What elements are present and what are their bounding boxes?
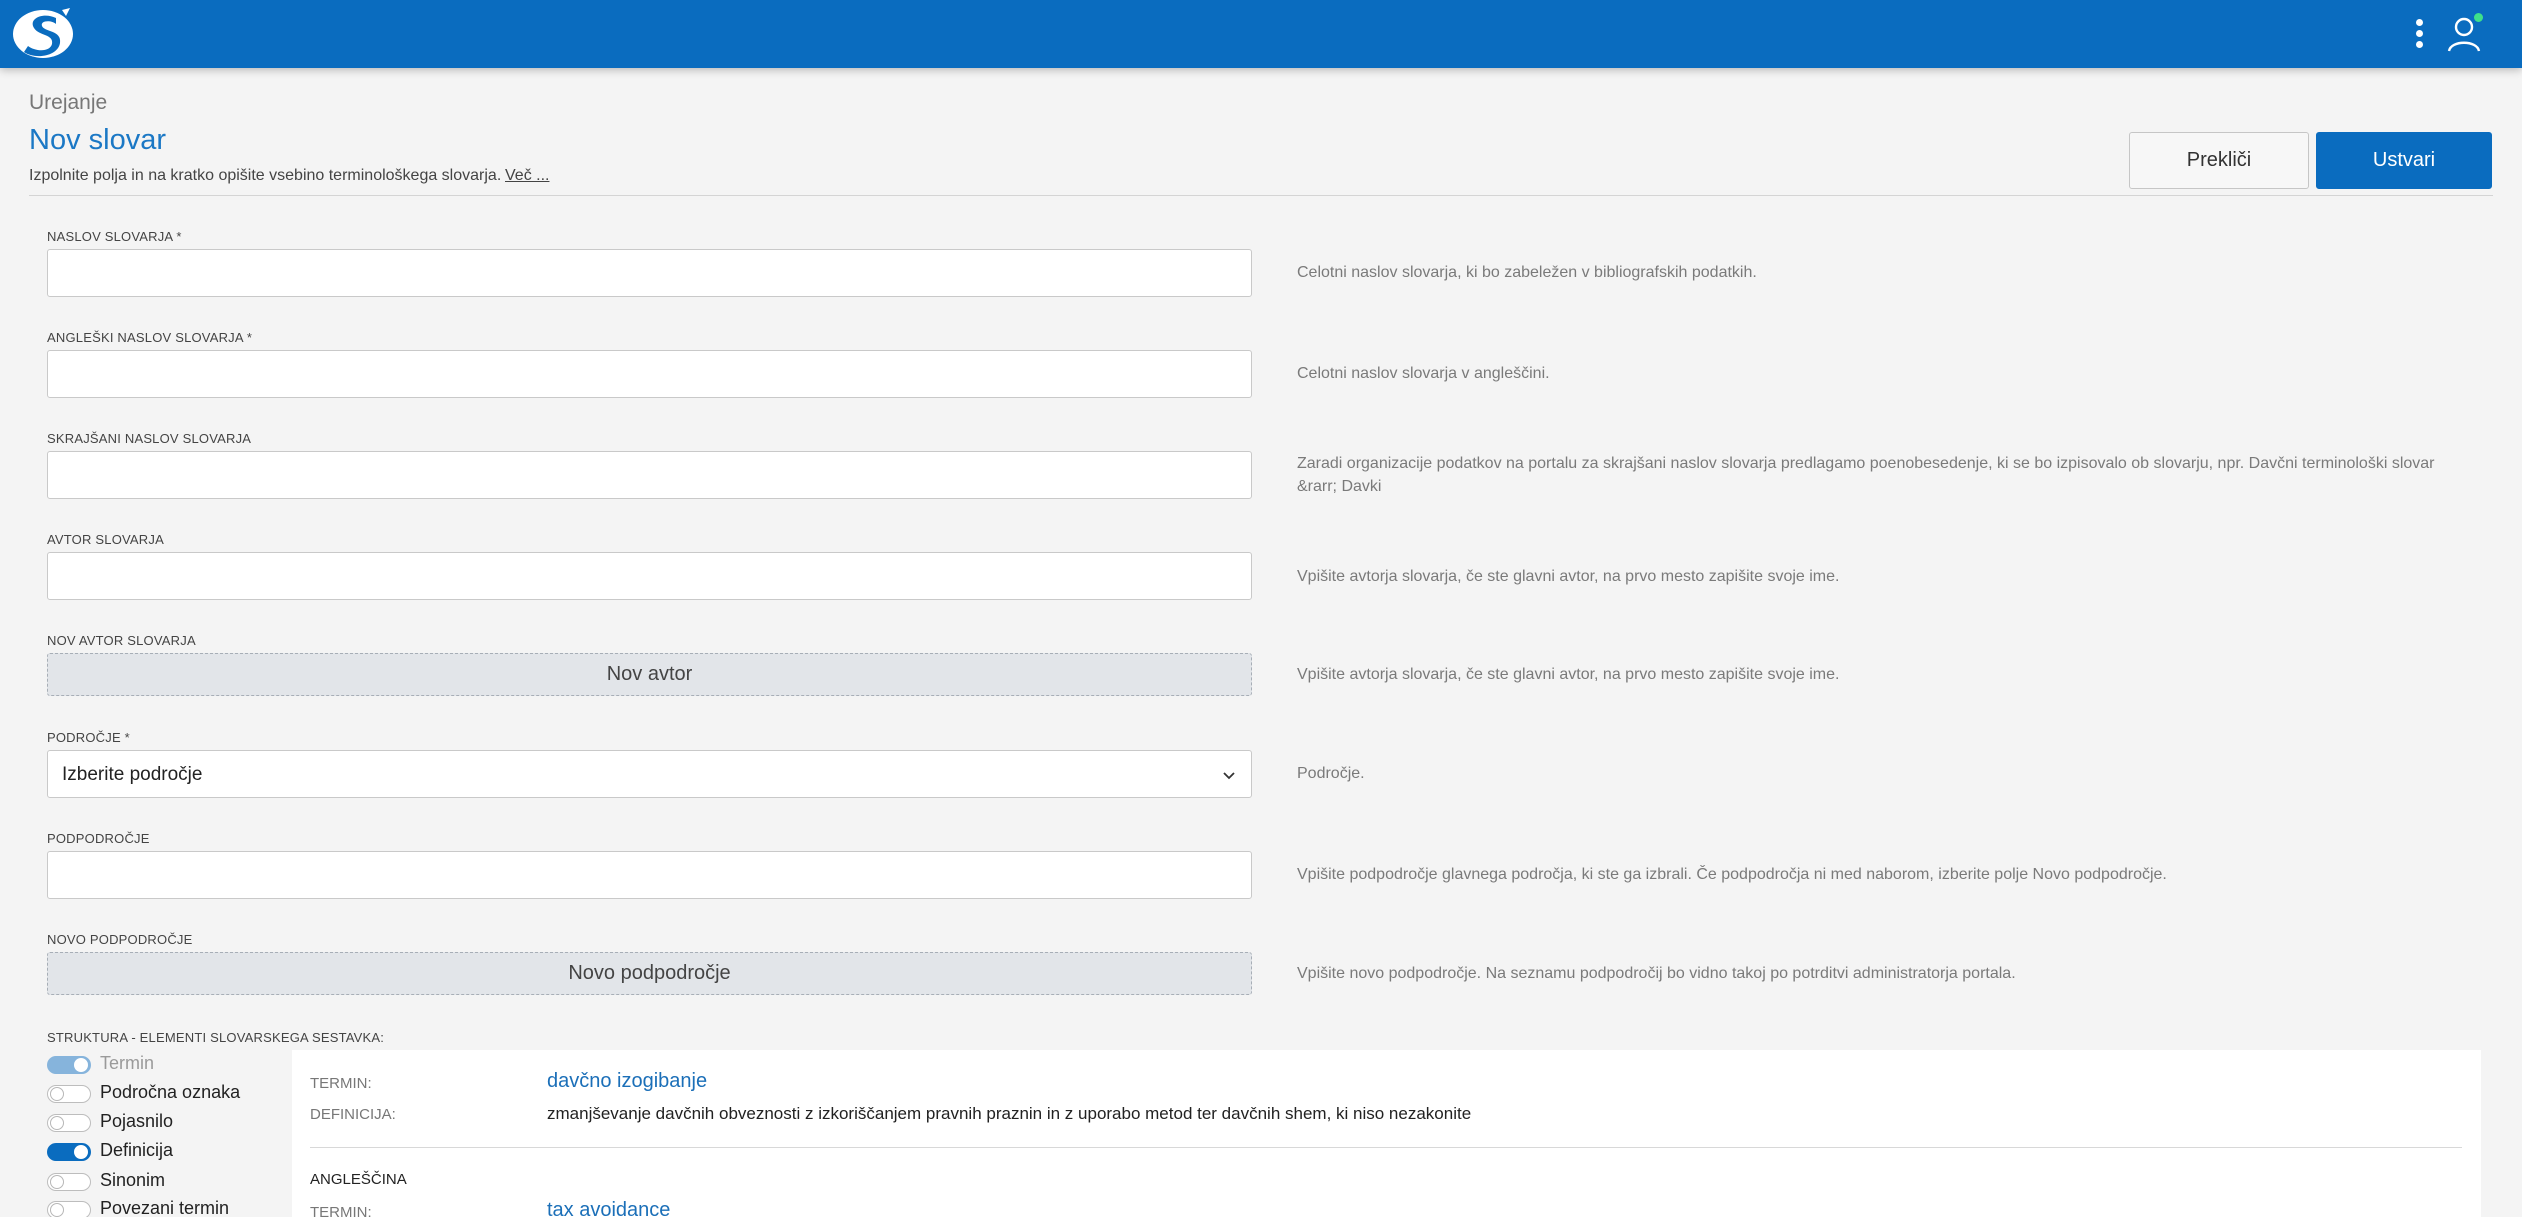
new-subdomain-button[interactable]: Novo podpodročje [47,952,1252,995]
preview-english-heading: ANGLEŠČINA [310,1171,407,1188]
title-help: Celotni naslov slovarja, ki bo zabeležen… [1297,264,1757,281]
new-author-button[interactable]: Nov avtor [47,653,1252,696]
header-divider [29,195,2493,196]
english-title-input[interactable] [47,350,1252,398]
termin-switch[interactable] [47,1056,91,1074]
short-title-help: Zaradi organizacije podatkov na portalu … [1297,455,2435,495]
toggle-povezani-termin-label: Povezani termin [100,1198,230,1217]
domain-select-value: Izberite področje [62,764,203,785]
povezani-termin-switch[interactable] [47,1201,91,1217]
structure-label: STRUKTURA - ELEMENTI SLOVARSKEGA SESTAVK… [47,1030,385,1045]
subdomain-input[interactable] [47,851,1252,899]
toggle-termin-label: Termin [100,1053,155,1073]
author-help: Vpišite avtorja slovarja, če ste glavni … [1297,568,1840,585]
new-author-help: Vpišite avtorja slovarja, če ste glavni … [1297,666,1840,683]
chevron-down-icon [1223,772,1235,780]
toggle-termin[interactable]: Termin [47,1053,307,1077]
preview-en-term: tax avoidance [547,1199,671,1217]
definicija-switch[interactable] [47,1143,91,1161]
preview-term-label: TERMIN: [310,1075,372,1092]
toggle-definicija-label: Definicija [100,1140,174,1160]
preview-divider [310,1147,2462,1148]
toggle-povezani-termin[interactable]: Povezani termin [47,1198,307,1217]
online-status-indicator [2474,13,2483,22]
toggle-podrocna-oznaka[interactable]: Področna oznaka [47,1082,307,1106]
subdomain-label: PODPODROČJE [47,831,150,846]
pojasnilo-switch[interactable] [47,1114,91,1132]
sinonim-switch[interactable] [47,1173,91,1191]
cancel-button[interactable]: Prekliči [2129,132,2309,189]
toggle-sinonim-label: Sinonim [100,1170,166,1190]
title-label: NASLOV SLOVARJA * [47,229,182,244]
short-title-label: SKRAJŠANI NASLOV SLOVARJA [47,431,252,446]
author-label: AVTOR SLOVARJA [47,532,164,547]
toggle-podrocna-oznaka-label: Področna oznaka [100,1082,241,1102]
subdomain-help: Vpišite podpodročje glavnega področja, k… [1297,866,2167,883]
toggle-pojasnilo-label: Pojasnilo [100,1111,174,1131]
english-title-help: Celotni naslov slovarja v angleščini. [1297,365,1550,382]
toggle-pojasnilo[interactable]: Pojasnilo [47,1111,307,1135]
preview-en-term-label: TERMIN: [310,1204,372,1217]
entry-preview: TERMIN: davčno izogibanje DEFINICIJA: zm… [292,1050,2481,1217]
breadcrumb: Urejanje [29,91,108,114]
new-subdomain-help: Vpišite novo podpodročje. Na seznamu pod… [1297,965,2016,982]
domain-help: Področje. [1297,765,1365,782]
page-title: Nov slovar [29,124,166,156]
toggle-sinonim[interactable]: Sinonim [47,1170,307,1194]
preview-term: davčno izogibanje [547,1070,708,1092]
short-title-input[interactable] [47,451,1252,499]
more-options-icon[interactable] [2408,17,2430,51]
new-author-label: NOV AVTOR SLOVARJA [47,633,196,648]
more-info-link[interactable]: Več ... [505,167,549,185]
author-input[interactable] [47,552,1252,600]
podrocna-oznaka-switch[interactable] [47,1085,91,1103]
title-input[interactable] [47,249,1252,297]
slovar-logo-icon[interactable] [10,6,76,60]
domain-select[interactable]: Izberite področje [47,750,1252,798]
page-subtitle: Izpolnite polja in na kratko opišite vse… [29,167,502,184]
domain-label: PODROČJE * [47,730,130,745]
preview-definition-label: DEFINICIJA: [310,1106,396,1123]
english-title-label: ANGLEŠKI NASLOV SLOVARJA * [47,330,253,345]
preview-definition: zmanjševanje davčnih obveznosti z izkori… [547,1104,1472,1123]
top-navigation-bar [0,0,2522,68]
toggle-definicija[interactable]: Definicija [47,1140,307,1164]
create-button[interactable]: Ustvari [2316,132,2492,189]
new-subdomain-label: NOVO PODPODROČJE [47,932,193,947]
